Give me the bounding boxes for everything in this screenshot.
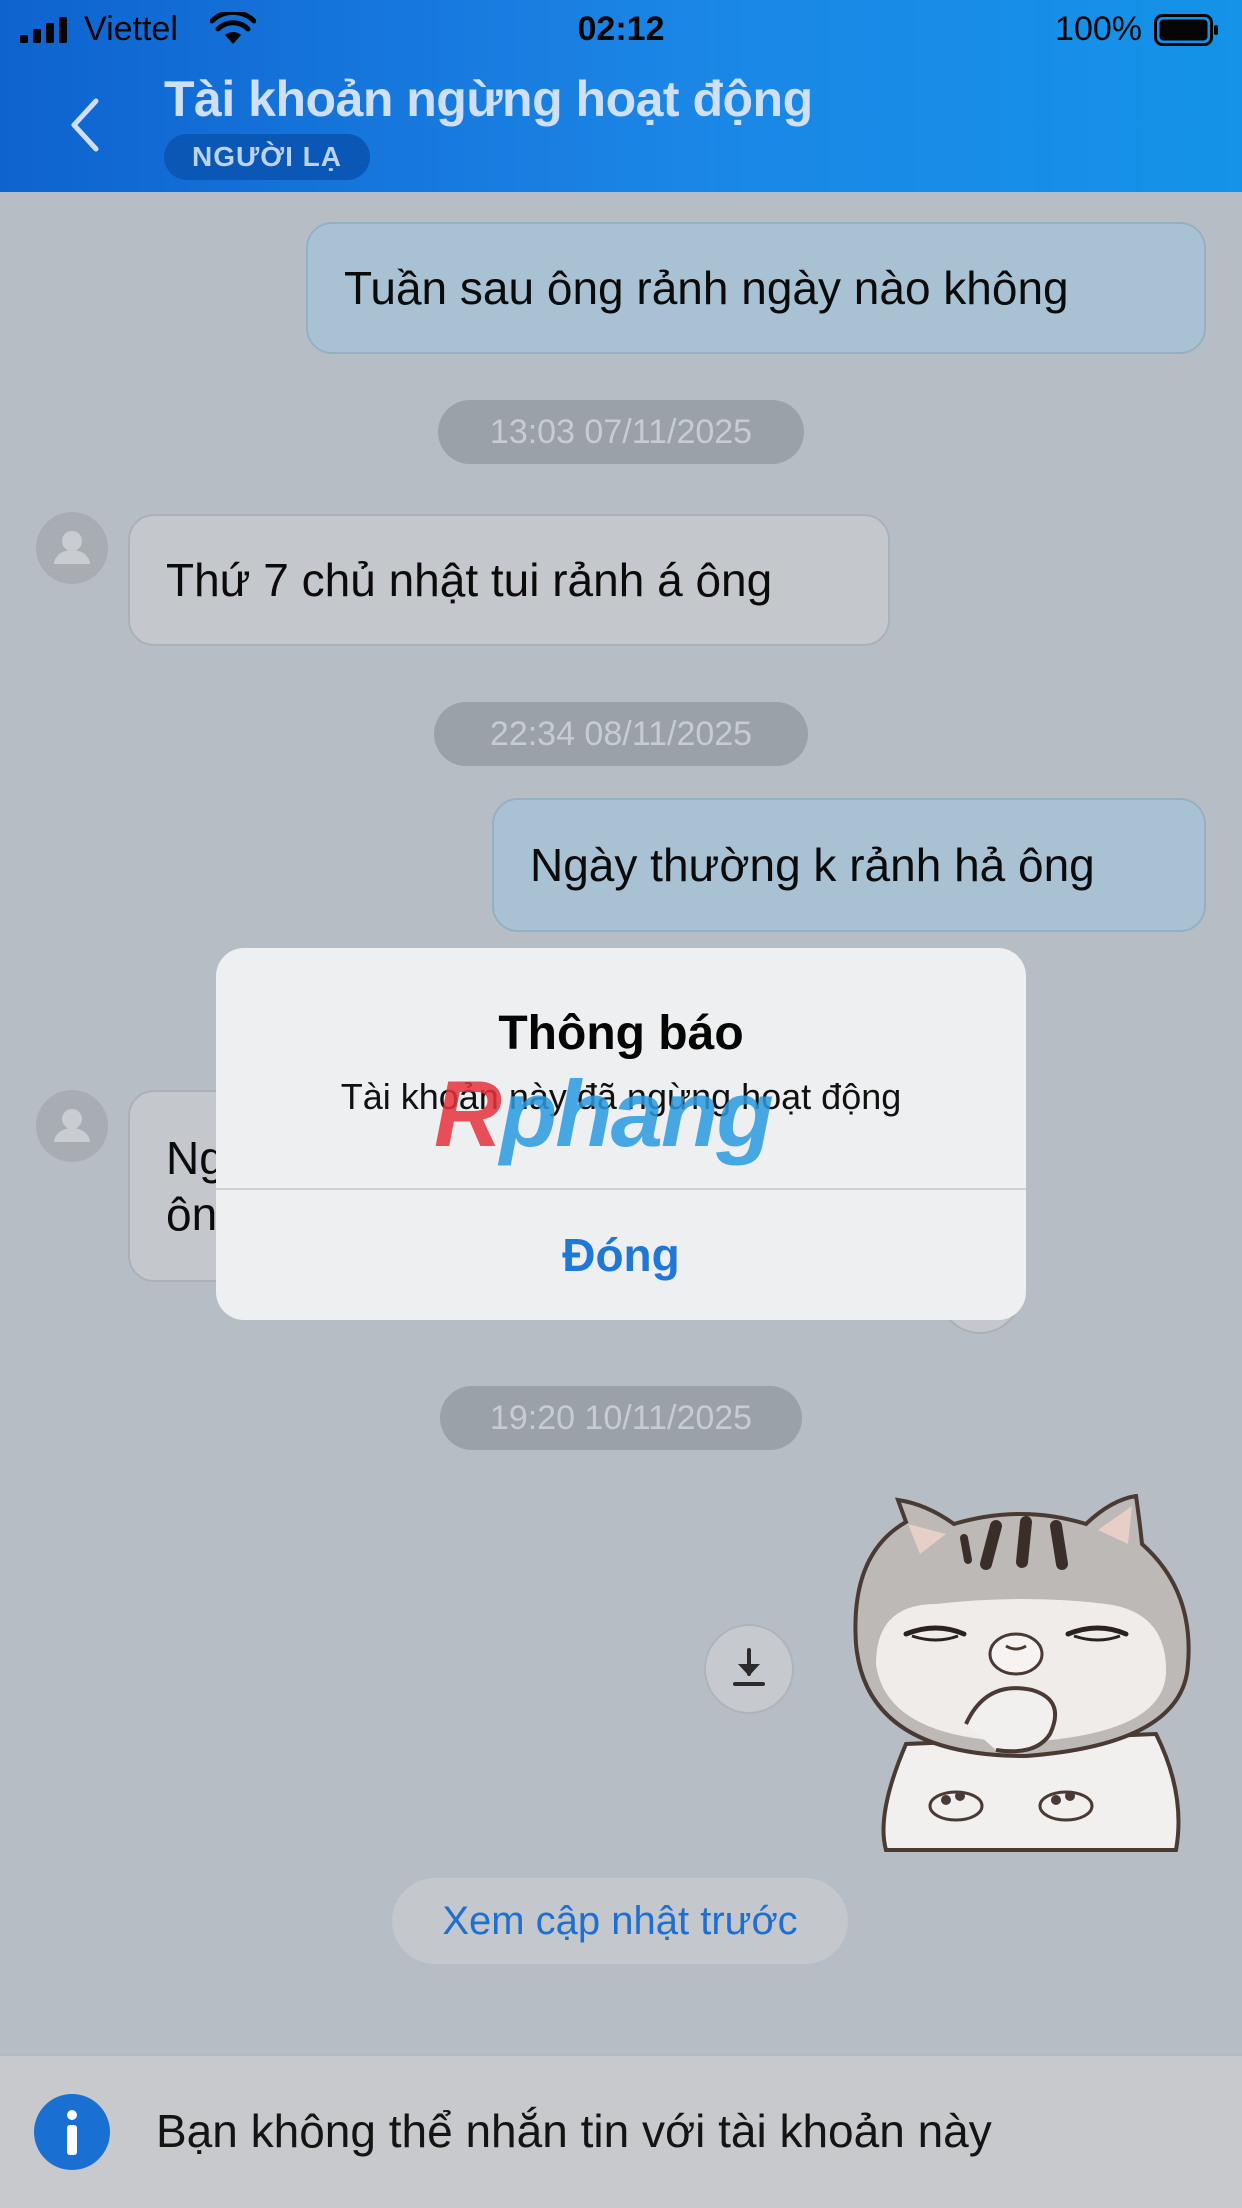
battery-percent: 100%: [1055, 10, 1142, 48]
stranger-badge: NGƯỜI LẠ: [164, 134, 370, 180]
timestamp-text: 13:03 07/11/2025: [489, 413, 753, 451]
cat-sticker[interactable]: [836, 1494, 1206, 1854]
message-sent[interactable]: Tuần sau ông rảnh ngày nào không: [306, 222, 1206, 354]
chevron-left-icon: [71, 98, 99, 152]
view-previous-updates-button[interactable]: Xem cập nhật trước: [392, 1878, 848, 1964]
notice-text: Bạn không thể nhắn tin với tài khoản này: [156, 2105, 992, 2157]
message-sent[interactable]: Ngày thường k rảnh hả ông: [492, 798, 1206, 932]
timestamp-text: 22:34 08/11/2025: [489, 715, 753, 753]
avatar[interactable]: [36, 512, 108, 584]
message-text: Thứ 7 chủ nhật tui rảnh á ông: [166, 554, 773, 606]
blocked-notice: Bạn không thể nhắn tin với tài khoản này: [0, 2054, 1242, 2208]
timestamp: 13:03 07/11/2025: [438, 400, 804, 464]
user-placeholder-icon: [54, 1109, 90, 1142]
chat-header: Viettel 02:12 100% Tài khoản ngừng hoạt …: [0, 0, 1242, 192]
alert-message: Tài khoản này đã ngừng hoạt động: [340, 1076, 902, 1117]
alert-dialog: Thông báo Tài khoản này đã ngừng hoạt độ…: [216, 948, 1026, 1320]
download-icon: [733, 1648, 765, 1686]
download-button[interactable]: [704, 1624, 794, 1714]
back-button[interactable]: [60, 90, 110, 160]
message-text: Ngày thường k rảnh hả ông: [530, 839, 1095, 891]
info-icon: [34, 2094, 110, 2170]
timestamp: 22:34 08/11/2025: [434, 702, 808, 766]
battery-icon: [1154, 14, 1218, 46]
message-received[interactable]: Thứ 7 chủ nhật tui rảnh á ông: [128, 514, 890, 646]
user-placeholder-icon: [54, 531, 90, 564]
alert-title: Thông báo: [498, 1007, 744, 1060]
message-text-line2: ôn: [166, 1188, 218, 1240]
status-bar: Viettel 02:12 100%: [0, 0, 1242, 60]
chat-title[interactable]: Tài khoản ngừng hoạt động: [164, 70, 813, 128]
close-button[interactable]: Đóng: [216, 1190, 1026, 1320]
timestamp-text: 19:20 10/11/2025: [489, 1399, 753, 1437]
timestamp: 19:20 10/11/2025: [440, 1386, 802, 1450]
message-text: Tuần sau ông rảnh ngày nào không: [344, 262, 1069, 314]
avatar[interactable]: [36, 1090, 108, 1162]
